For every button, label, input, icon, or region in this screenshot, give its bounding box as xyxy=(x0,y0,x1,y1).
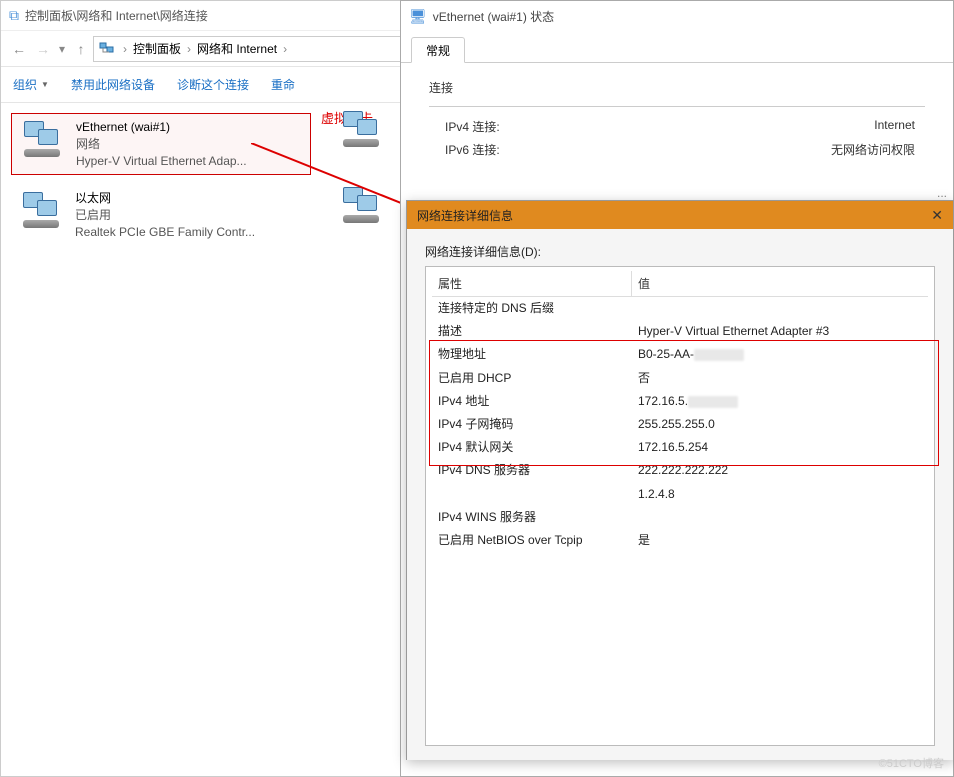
status-row-ipv6: IPv6 连接: 无网络访问权限 xyxy=(429,138,925,161)
details-prop: IPv4 WINS 服务器 xyxy=(432,508,632,527)
breadcrumb-item-1[interactable]: 网络和 Internet xyxy=(194,38,280,59)
status-value: 无网络访问权限 xyxy=(605,141,925,158)
breadcrumb-sep: › xyxy=(123,42,127,56)
details-val xyxy=(632,508,928,527)
details-row[interactable]: 已启用 DHCP否 xyxy=(432,367,928,390)
nav-forward-button[interactable]: → xyxy=(31,37,55,61)
col-header-property[interactable]: 属性 xyxy=(432,271,632,297)
status-title: vEthernet (wai#1) 状态 xyxy=(433,8,554,25)
details-row[interactable]: IPv4 DNS 服务器222.222.222.222 xyxy=(432,459,928,482)
details-val: Hyper-V Virtual Ethernet Adapter #3 xyxy=(632,322,928,341)
adapter-small-icon: 🖥 xyxy=(409,8,427,25)
nav-back-button[interactable]: ← xyxy=(7,37,31,61)
breadcrumb-item-0[interactable]: 控制面板 xyxy=(130,38,184,59)
caret-down-icon: ▼ xyxy=(41,80,49,89)
details-dialog: 网络连接详细信息 ✕ 网络连接详细信息(D): 属性 值 连接特定的 DNS 后… xyxy=(406,200,954,760)
nav-up-button[interactable]: ↑ xyxy=(69,37,93,61)
details-label: 网络连接详细信息(D): xyxy=(425,243,935,260)
status-section-connection: 连接 xyxy=(429,79,925,96)
ellipsis-text: ... xyxy=(937,186,947,200)
watermark: ©51CTO博客 xyxy=(879,755,944,771)
status-label: IPv6 连接: xyxy=(445,141,605,158)
adapter-status: 网络 xyxy=(76,136,302,153)
rename-button[interactable]: 重命 xyxy=(271,76,295,93)
details-val: 1.2.4.8 xyxy=(632,485,928,504)
adapter-icon xyxy=(339,109,387,151)
status-body: 连接 IPv4 连接: Internet IPv6 连接: 无网络访问权限 xyxy=(401,63,953,177)
adapter-desc: Hyper-V Virtual Ethernet Adap... xyxy=(76,153,302,170)
details-val: 172.16.5. xyxy=(632,392,928,411)
details-prop: 已启用 NetBIOS over Tcpip xyxy=(432,531,632,550)
status-value: Internet xyxy=(605,118,925,135)
details-row[interactable]: 物理地址B0-25-AA- xyxy=(432,343,928,366)
status-label: IPv4 连接: xyxy=(445,118,605,135)
disable-device-button[interactable]: 禁用此网络设备 xyxy=(71,76,155,93)
adapter-item-vethernet[interactable]: vEthernet (wai#1) 网络 Hyper-V Virtual Eth… xyxy=(11,113,311,175)
details-val: 172.16.5.254 xyxy=(632,438,928,457)
divider xyxy=(429,106,925,107)
organize-button[interactable]: 组织▼ xyxy=(13,76,49,93)
details-row[interactable]: 连接特定的 DNS 后缀 xyxy=(432,297,928,320)
col-header-value[interactable]: 值 xyxy=(632,271,928,297)
details-row[interactable]: IPv4 默认网关172.16.5.254 xyxy=(432,436,928,459)
details-val xyxy=(632,299,928,318)
redacted-text xyxy=(688,396,738,408)
details-title-bar: 网络连接详细信息 ✕ xyxy=(407,201,953,229)
details-val: 否 xyxy=(632,369,928,388)
details-prop: IPv4 默认网关 xyxy=(432,438,632,457)
adapter-name: vEthernet (wai#1) xyxy=(76,119,302,136)
tab-general[interactable]: 常规 xyxy=(411,37,465,63)
diagnose-button[interactable]: 诊断这个连接 xyxy=(177,76,249,93)
details-prop: IPv4 DNS 服务器 xyxy=(432,461,632,480)
details-body: 网络连接详细信息(D): 属性 值 连接特定的 DNS 后缀描述Hyper-V … xyxy=(407,229,953,760)
details-val: 222.222.222.222 xyxy=(632,461,928,480)
details-prop: 物理地址 xyxy=(432,345,632,364)
details-row[interactable]: IPv4 地址172.16.5. xyxy=(432,390,928,413)
details-row[interactable]: 描述Hyper-V Virtual Ethernet Adapter #3 xyxy=(432,320,928,343)
details-table: 属性 值 连接特定的 DNS 后缀描述Hyper-V Virtual Ether… xyxy=(425,266,935,746)
adapter-icon xyxy=(19,190,67,232)
breadcrumb-sep: › xyxy=(283,42,287,56)
breadcrumb-sep: › xyxy=(187,42,191,56)
details-prop: 描述 xyxy=(432,322,632,341)
close-button[interactable]: ✕ xyxy=(931,207,943,224)
details-prop: 已启用 DHCP xyxy=(432,369,632,388)
details-title: 网络连接详细信息 xyxy=(417,207,513,224)
details-row[interactable]: IPv4 子网掩码255.255.255.0 xyxy=(432,413,928,436)
details-val: B0-25-AA- xyxy=(632,345,928,364)
status-tabs: 常规 xyxy=(401,31,953,63)
details-val: 是 xyxy=(632,531,928,550)
status-title-bar: 🖥 vEthernet (wai#1) 状态 xyxy=(401,1,953,31)
adapter-status: 已启用 xyxy=(75,207,303,224)
nav-recent-button[interactable]: ▾ xyxy=(59,42,65,56)
details-row[interactable]: IPv4 WINS 服务器 xyxy=(432,506,928,529)
adapter-icon xyxy=(339,185,387,227)
details-prop: IPv4 子网掩码 xyxy=(432,415,632,434)
status-row-ipv4: IPv4 连接: Internet xyxy=(429,115,925,138)
network-icon: ⧉ xyxy=(9,7,19,24)
details-prop: 连接特定的 DNS 后缀 xyxy=(432,299,632,318)
adapter-desc: Realtek PCIe GBE Family Contr... xyxy=(75,224,303,241)
details-prop xyxy=(432,485,632,504)
redacted-text xyxy=(694,349,744,361)
details-row[interactable]: 已启用 NetBIOS over Tcpip是 xyxy=(432,529,928,552)
details-header-row: 属性 值 xyxy=(432,271,928,297)
breadcrumb-icon xyxy=(98,40,116,58)
details-row[interactable]: 1.2.4.8 xyxy=(432,483,928,506)
window-title: 控制面板\网络和 Internet\网络连接 xyxy=(25,7,208,24)
adapter-icon xyxy=(20,119,68,161)
adapter-item-ethernet[interactable]: 以太网 已启用 Realtek PCIe GBE Family Contr... xyxy=(11,185,311,245)
details-prop: IPv4 地址 xyxy=(432,392,632,411)
details-val: 255.255.255.0 xyxy=(632,415,928,434)
adapter-name: 以太网 xyxy=(75,190,303,207)
